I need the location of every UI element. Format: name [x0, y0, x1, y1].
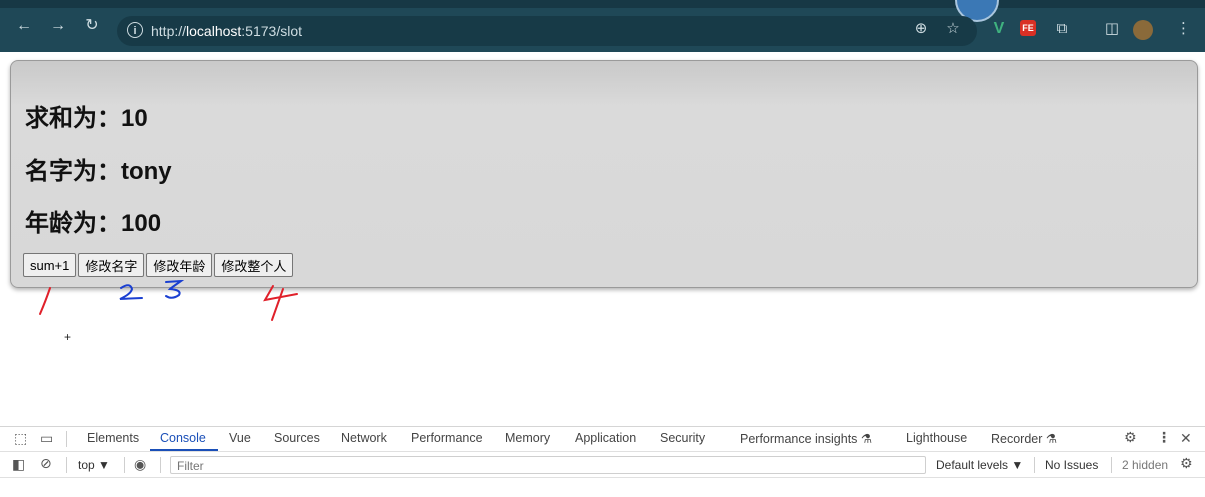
divider: [66, 457, 67, 473]
change-age-button[interactable]: 修改年龄: [146, 253, 213, 277]
devtools-tab-bar: ⬚ ▭ Elements Console Vue Sources Network…: [0, 427, 1205, 452]
sum-plus-one-button[interactable]: sum+1: [23, 253, 77, 277]
annotation-mark-3: [165, 280, 185, 299]
forward-icon[interactable]: →: [48, 16, 68, 36]
device-toolbar-icon[interactable]: ▭: [40, 430, 53, 447]
console-sidebar-toggle-icon[interactable]: ◧: [12, 456, 25, 473]
clear-console-icon[interactable]: ⊘: [40, 455, 52, 472]
url-text: http://localhost:5173/slot: [151, 23, 302, 39]
divider: [1034, 457, 1035, 473]
tab-security[interactable]: Security: [660, 431, 705, 445]
bookmark-star-icon[interactable]: ☆: [944, 20, 962, 38]
hidden-messages-count: 2 hidden: [1122, 458, 1169, 472]
back-icon[interactable]: ←: [14, 16, 34, 36]
tab-recorder[interactable]: Recorder ⚗: [991, 431, 1057, 446]
tab-strip-edge: [0, 0, 1205, 8]
browser-menu-icon[interactable]: ⋮: [1176, 20, 1191, 38]
annotation-mark-2: [119, 284, 143, 300]
tab-lighthouse[interactable]: Lighthouse: [906, 431, 967, 445]
tab-console[interactable]: Console: [160, 431, 206, 445]
url-prefix: http://: [151, 23, 187, 39]
divider: [66, 431, 67, 447]
filter-box[interactable]: [170, 456, 926, 474]
zoom-icon[interactable]: ⊕: [912, 20, 930, 38]
tab-vue[interactable]: Vue: [229, 431, 251, 445]
change-person-button[interactable]: 修改整个人: [214, 253, 294, 277]
name-heading: 名字为：tony: [25, 158, 172, 185]
annotation-mark-1: [39, 287, 51, 315]
active-tab-indicator: [150, 449, 218, 451]
browser-toolbar: ← → ↻ i http://localhost:5173/slot ⊕ ☆ V…: [0, 0, 1205, 52]
site-info-icon[interactable]: i: [127, 22, 143, 38]
issues-counter[interactable]: No Issues: [1045, 458, 1098, 472]
tab-sources[interactable]: Sources: [274, 431, 320, 445]
profile-avatar[interactable]: [1133, 20, 1153, 40]
divider: [160, 457, 161, 473]
settings-gear-icon[interactable]: ⚙: [1124, 429, 1137, 446]
close-devtools-icon[interactable]: ✕: [1180, 430, 1192, 447]
fe-helper-extension-icon[interactable]: FE: [1020, 20, 1036, 36]
devtools-panel: ⬚ ▭ Elements Console Vue Sources Network…: [0, 426, 1205, 497]
context-selector[interactable]: top ▼: [78, 458, 110, 472]
extensions-puzzle-icon[interactable]: ⧉: [1053, 20, 1071, 38]
console-settings-gear-icon[interactable]: ⚙: [1180, 455, 1193, 472]
handwritten-annotations: [39, 280, 298, 321]
filter-input[interactable]: [175, 458, 919, 474]
inspect-element-icon[interactable]: ⬚: [14, 430, 27, 447]
tab-memory[interactable]: Memory: [505, 431, 550, 445]
default-levels-dropdown[interactable]: Default levels ▼: [936, 458, 1023, 472]
sum-heading: 求和为：10: [25, 105, 148, 132]
annotation-mark-4: [263, 285, 298, 321]
reload-icon[interactable]: ↻: [82, 16, 102, 36]
live-expression-eye-icon[interactable]: ◉: [134, 456, 146, 473]
tab-performance-insights[interactable]: Performance insights ⚗: [740, 431, 872, 446]
divider: [124, 457, 125, 473]
vue-devtools-extension-icon[interactable]: V: [990, 20, 1008, 38]
tab-network[interactable]: Network: [341, 431, 387, 445]
divider: [1111, 457, 1112, 473]
tab-elements[interactable]: Elements: [87, 431, 139, 445]
age-heading: 年龄为：100: [25, 210, 162, 237]
url-rest: :5173/slot: [241, 23, 303, 39]
tab-performance[interactable]: Performance: [411, 431, 483, 445]
tab-application[interactable]: Application: [575, 431, 636, 445]
address-bar[interactable]: i http://localhost:5173/slot: [117, 16, 977, 46]
stray-plus-mark: +: [64, 330, 72, 344]
url-host: localhost: [186, 23, 242, 39]
action-buttons: sum+1 修改名字 修改年龄 修改整个人: [23, 253, 295, 277]
change-name-button[interactable]: 修改名字: [78, 253, 145, 277]
side-panel-icon[interactable]: ◫: [1103, 20, 1121, 38]
more-options-icon[interactable]: ⋮: [1157, 429, 1171, 446]
console-toolbar: ◧ ⊘ top ▼ ◉ Default levels ▼ No Issues 2…: [0, 453, 1205, 478]
slot-demo-card: 求和为：10 名字为：tony 年龄为：100 sum+1 修改名字 修改年龄 …: [10, 60, 1198, 288]
